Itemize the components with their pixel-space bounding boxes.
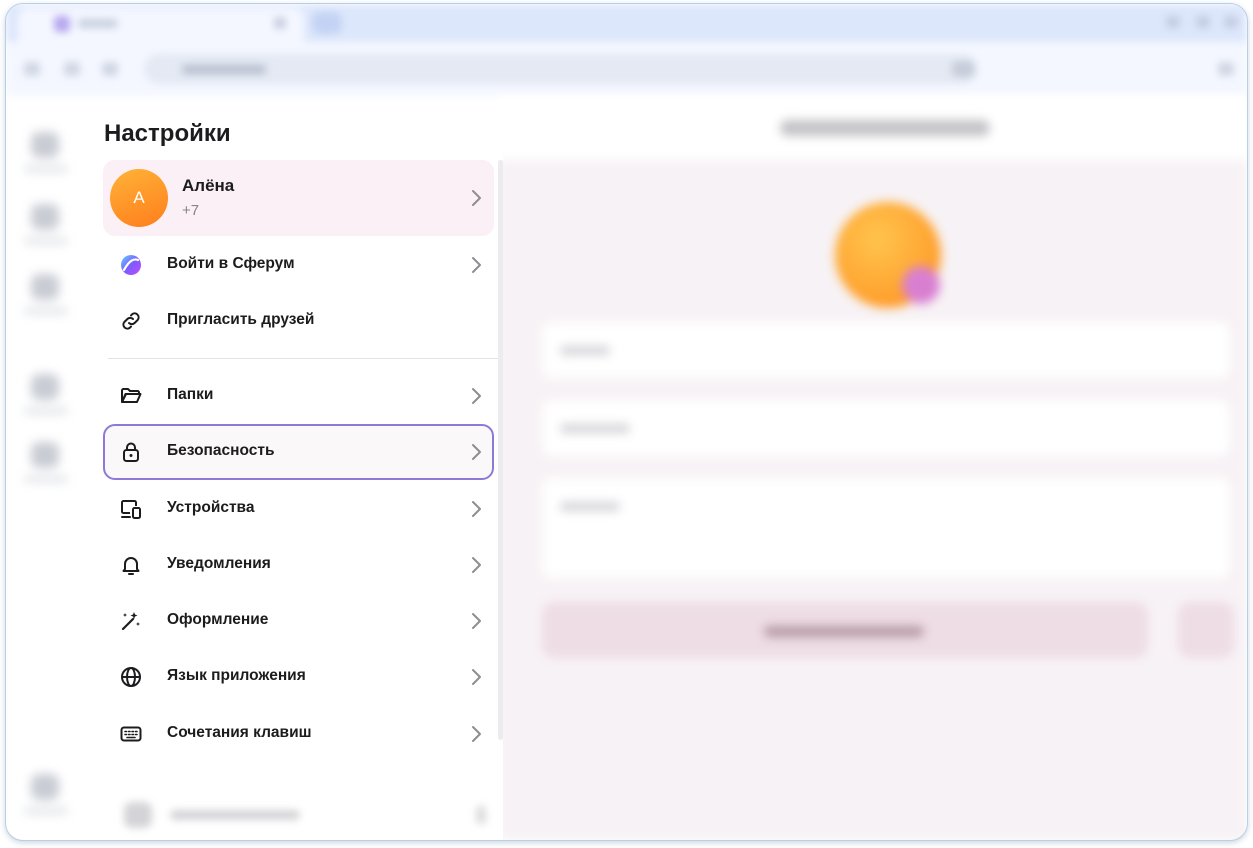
chevron-right-icon: [472, 669, 481, 685]
chevron-right-icon: [472, 726, 481, 742]
rail-label-placeholder: [24, 166, 68, 172]
sidebar-item-label: Уведомления: [167, 555, 271, 572]
profile-name: Алёна: [182, 176, 235, 195]
tab-favicon-icon: [54, 16, 70, 32]
keyboard-icon: [120, 726, 142, 742]
chevron-right-icon: [472, 501, 481, 517]
address-bar[interactable]: [144, 54, 978, 84]
more-options-button[interactable]: [1178, 602, 1234, 658]
chevron-right-icon: [472, 444, 481, 460]
browser-tab-bar: [6, 4, 1247, 42]
chevron-right-icon: [472, 557, 481, 573]
minimize-icon[interactable]: [1166, 16, 1180, 28]
sidebar-item-security[interactable]: Безопасность: [103, 424, 494, 480]
avatar: А: [110, 169, 168, 227]
save-profile-button[interactable]: [542, 602, 1148, 658]
sidebar-item-label: Устройства: [167, 499, 255, 516]
chevron-right-icon: [472, 388, 481, 404]
avatar-edit-badge-icon[interactable]: [902, 266, 940, 304]
magic-wand-icon: [121, 612, 140, 631]
sidebar-item-label: Войти в Сферум: [167, 255, 295, 272]
app-window: Настройки А Алёна +7 Войти в Сферум Приг…: [5, 3, 1248, 841]
sidebar-item-notifications[interactable]: Уведомления: [103, 537, 494, 593]
sidebar-item-label: Сочетания клавиш: [167, 724, 312, 741]
reload-icon[interactable]: [102, 62, 118, 76]
sidebar-item-sferum[interactable]: Войти в Сферум: [103, 237, 494, 293]
address-bar-action-icon[interactable]: [952, 61, 974, 77]
rail-label-placeholder: [24, 808, 68, 814]
rail-label-placeholder: [24, 238, 68, 244]
chevron-right-icon: [476, 806, 486, 824]
field-placeholder: [560, 502, 620, 511]
about-field[interactable]: [542, 478, 1230, 578]
app-sidebar-rail-blurred: [6, 96, 91, 840]
button-label-placeholder: [764, 626, 924, 637]
profile-editor-blurred: [498, 96, 1247, 840]
profile-editor-header: [498, 96, 1247, 160]
rail-icon[interactable]: [31, 204, 59, 230]
rail-label-placeholder: [24, 476, 68, 482]
browser-menu-icon[interactable]: [1218, 62, 1234, 76]
last-name-field[interactable]: [542, 400, 1230, 456]
close-window-icon[interactable]: [1224, 16, 1238, 28]
profile-card[interactable]: А Алёна +7: [103, 160, 494, 236]
rail-icon[interactable]: [31, 274, 59, 300]
blurred-list-item[interactable]: [114, 792, 494, 840]
bell-icon: [122, 557, 140, 575]
chevron-right-icon: [472, 190, 481, 206]
new-tab-button[interactable]: [312, 12, 342, 34]
sidebar-item-shortcuts[interactable]: Сочетания клавиш: [103, 706, 494, 762]
profile-editor-title-placeholder: [780, 120, 990, 136]
maximize-icon[interactable]: [1196, 16, 1210, 28]
section-divider: [108, 358, 501, 359]
field-placeholder: [560, 424, 630, 433]
panel-scrollbar[interactable]: [498, 160, 503, 740]
settings-panel: Настройки А Алёна +7 Войти в Сферум Приг…: [94, 102, 503, 840]
rail-icon[interactable]: [31, 374, 59, 400]
sidebar-item-label: Оформление: [167, 611, 269, 628]
sidebar-item-invite[interactable]: Пригласить друзей: [103, 293, 494, 349]
rail-icon[interactable]: [31, 442, 59, 468]
sidebar-item-label: Папки: [167, 386, 214, 403]
blurred-item-label-placeholder: [170, 810, 300, 820]
rail-icon[interactable]: [31, 774, 59, 800]
folder-icon: [121, 388, 142, 403]
sferum-logo-icon: [121, 255, 141, 275]
sidebar-item-language[interactable]: Язык приложения: [103, 649, 494, 705]
tab-close-icon[interactable]: [274, 17, 286, 29]
rail-icon[interactable]: [31, 132, 59, 158]
profile-phone: +7: [182, 202, 200, 219]
back-icon[interactable]: [24, 62, 40, 76]
rail-label-placeholder: [24, 308, 68, 314]
browser-chrome-blurred: [6, 4, 1247, 96]
address-text-placeholder: [182, 65, 266, 74]
link-icon: [122, 312, 140, 330]
devices-icon: [121, 500, 141, 519]
sidebar-item-devices[interactable]: Устройства: [103, 481, 494, 537]
chevron-right-icon: [472, 613, 481, 629]
field-placeholder: [560, 346, 610, 355]
forward-icon[interactable]: [64, 62, 80, 76]
browser-toolbar: [6, 42, 1247, 96]
tab-title-placeholder: [78, 19, 118, 28]
sidebar-item-folders[interactable]: Папки: [103, 368, 494, 424]
sidebar-item-label: Безопасность: [167, 442, 275, 459]
rail-label-placeholder: [24, 408, 68, 414]
page-title: Настройки: [104, 120, 231, 147]
sidebar-item-label: Пригласить друзей: [167, 311, 315, 328]
globe-icon: [121, 667, 141, 687]
first-name-field[interactable]: [542, 322, 1230, 378]
lock-icon: [123, 442, 139, 462]
chevron-right-icon: [472, 257, 481, 273]
blurred-item-icon: [124, 802, 152, 828]
sidebar-item-label: Язык приложения: [167, 667, 306, 684]
sidebar-item-appearance[interactable]: Оформление: [103, 593, 494, 649]
